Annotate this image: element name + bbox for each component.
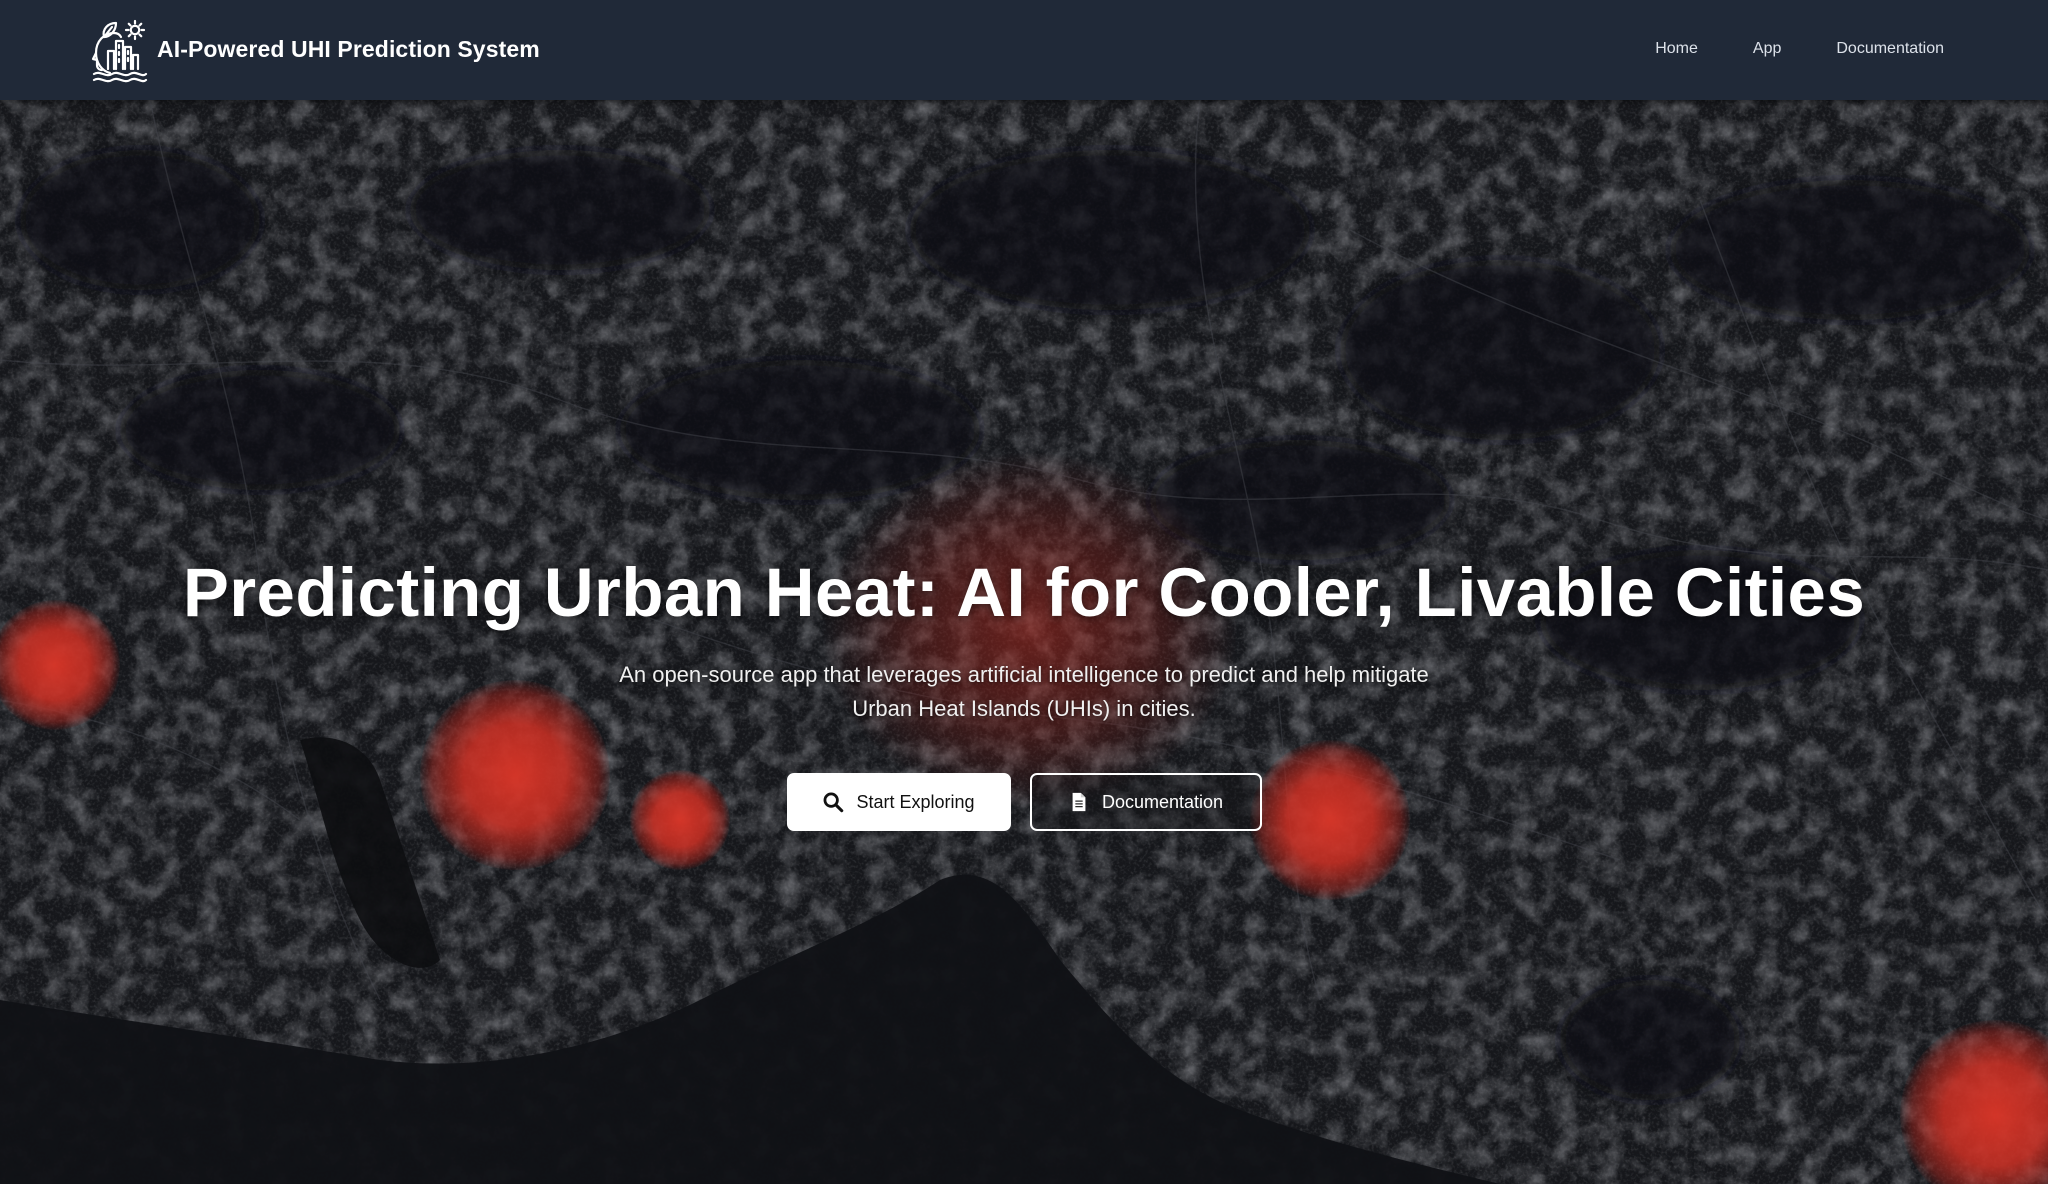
brand[interactable]: AI-Powered UHI Prediction System bbox=[90, 14, 540, 84]
brand-title: AI-Powered UHI Prediction System bbox=[157, 35, 540, 62]
documentation-button[interactable]: Documentation bbox=[1029, 773, 1262, 831]
cta-buttons: Start Exploring Documentation bbox=[0, 773, 2048, 831]
documentation-label: Documentation bbox=[1101, 791, 1224, 812]
nav-link-app[interactable]: App bbox=[1753, 40, 1781, 58]
start-exploring-button[interactable]: Start Exploring bbox=[786, 773, 1011, 831]
hero-section: Predicting Urban Heat: AI for Cooler, Li… bbox=[0, 100, 2048, 1184]
start-exploring-label: Start Exploring bbox=[856, 791, 975, 812]
hero-content: Predicting Urban Heat: AI for Cooler, Li… bbox=[0, 550, 2048, 831]
hero-subtitle: An open-source app that leverages artifi… bbox=[619, 662, 1429, 721]
hero-title: Predicting Urban Heat: AI for Cooler, Li… bbox=[182, 554, 1866, 631]
document-icon bbox=[1072, 792, 1086, 812]
main-nav: Home App Documentation bbox=[1655, 0, 1944, 98]
nav-link-home[interactable]: Home bbox=[1655, 40, 1698, 58]
search-icon bbox=[824, 792, 844, 813]
top-navbar: AI-Powered UHI Prediction System Home Ap… bbox=[0, 0, 2048, 100]
nav-link-documentation[interactable]: Documentation bbox=[1836, 40, 1944, 58]
head-city-sun-logo-icon bbox=[91, 19, 148, 83]
page: AI-Powered UHI Prediction System Home Ap… bbox=[0, 0, 2048, 1184]
